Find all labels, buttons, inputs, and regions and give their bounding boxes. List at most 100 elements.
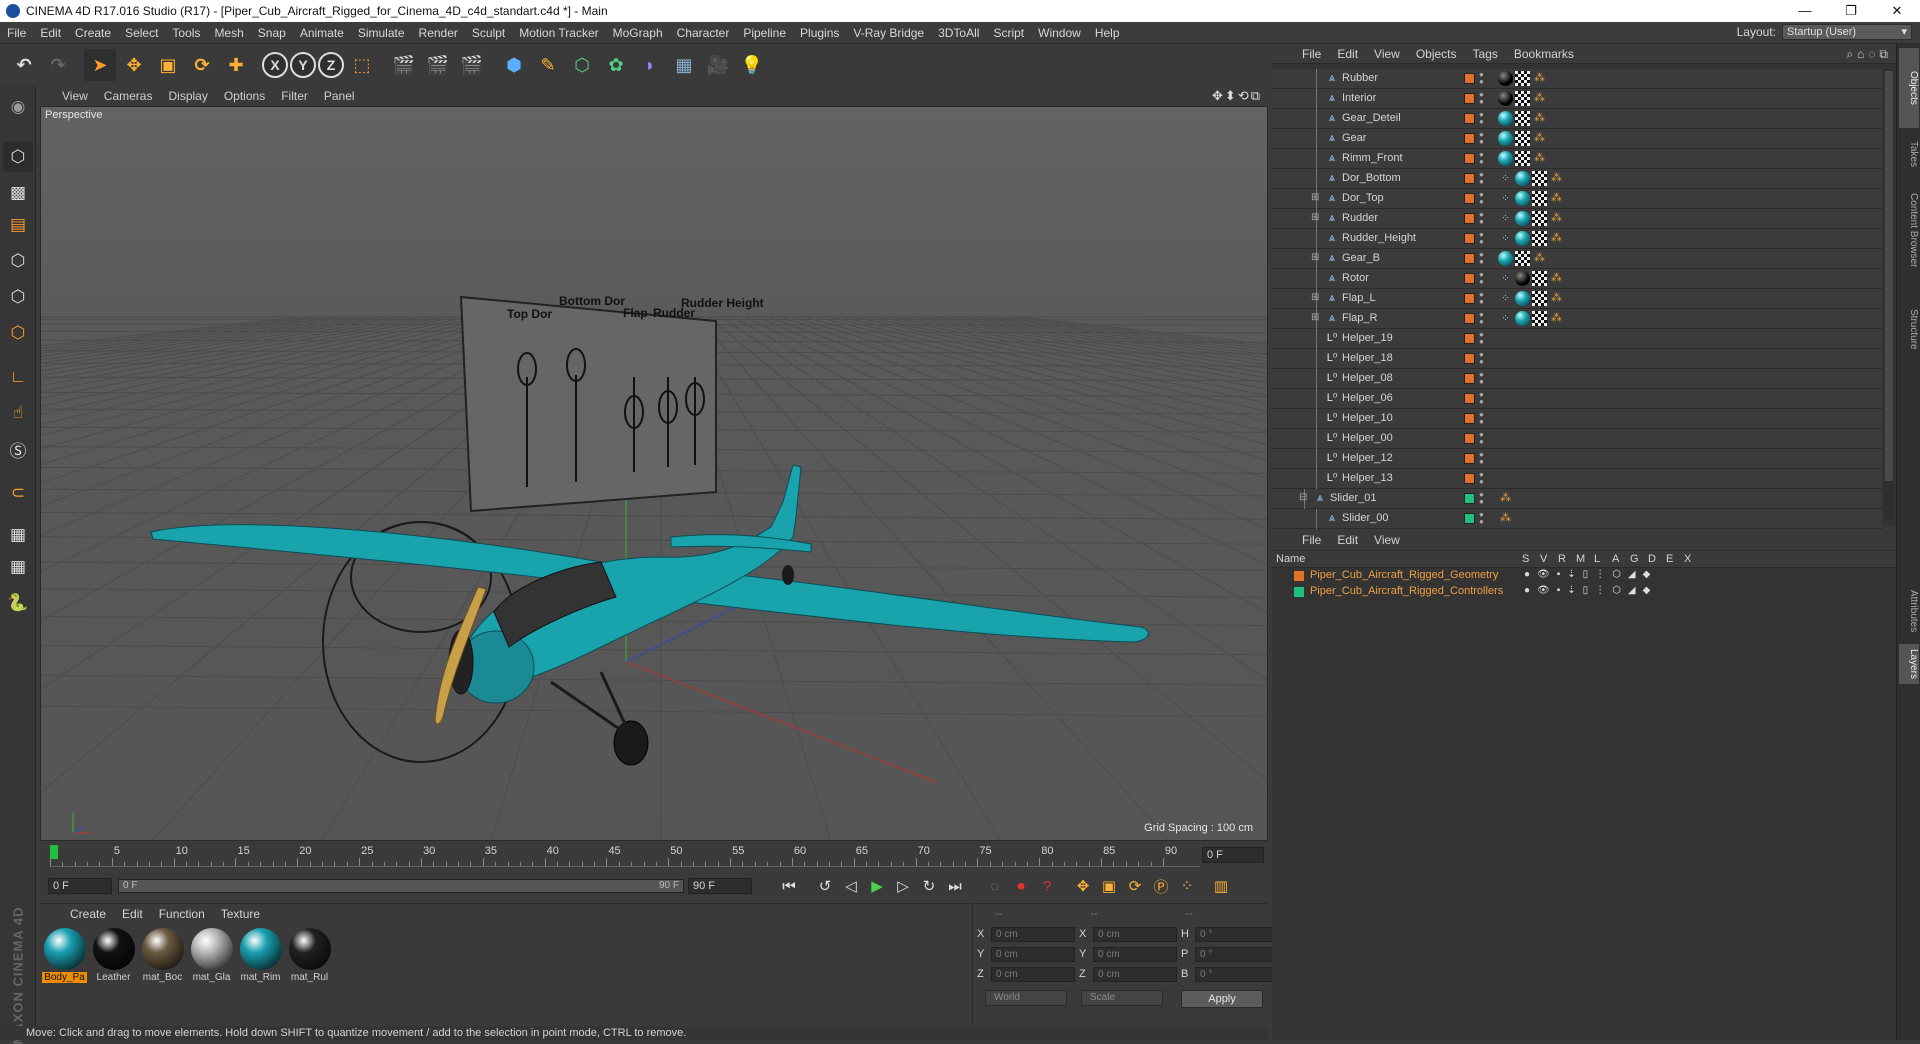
material-tag-icon[interactable] [1515, 311, 1530, 326]
menu-render[interactable]: Render [412, 26, 465, 40]
deformer-icon[interactable]: ◗ [634, 49, 666, 81]
layer-color-swatch[interactable] [1464, 413, 1475, 424]
side-tab-content-browser[interactable]: Content Browser [1899, 180, 1919, 280]
visibility-dots-icon[interactable]: ● ● [1479, 271, 1484, 286]
select-icon[interactable]: ➤ [84, 49, 116, 81]
object-row-gear-deteil[interactable]: ⩓ Gear_Deteil ● ● ⁂ [1272, 109, 1882, 129]
coord-scale-select[interactable]: Scale [1081, 990, 1163, 1006]
timeline-ticks[interactable]: 051015202530354045505560657075808590 [50, 845, 1200, 867]
coord-value-field[interactable]: 0 cm [991, 946, 1075, 962]
layer-row[interactable]: Piper_Cub_Aircraft_Rigged_Controllers ●👁▪… [1272, 584, 1896, 600]
object-row-helper-08[interactable]: L⁰ Helper_08 ● ● [1272, 369, 1882, 389]
layer-color-swatch[interactable] [1464, 333, 1475, 344]
move-icon[interactable]: ✥ [118, 49, 150, 81]
object-row-rotor[interactable]: ⩓ Rotor ● ● ⁘ ⁂ [1272, 269, 1882, 289]
expand-toggle-icon[interactable]: ⊞ [1311, 252, 1319, 263]
object-row-dor-bottom[interactable]: ⩓ Dor_Bottom ● ● ⁘ ⁂ [1272, 169, 1882, 189]
light-icon[interactable]: 💡 [736, 49, 768, 81]
preview-range-slider[interactable]: 0 F 90 F [118, 879, 684, 893]
start-frame-field[interactable]: 0 F [48, 878, 112, 894]
visibility-dots-icon[interactable]: ● ● [1479, 471, 1484, 486]
layer-color-swatch[interactable] [1464, 493, 1475, 504]
visibility-dots-icon[interactable]: ● ● [1479, 391, 1484, 406]
material-tag-icon[interactable] [1498, 151, 1513, 166]
object-manager-tools[interactable]: ⌕⌂◌⧉ [1846, 47, 1892, 62]
texture-tag-icon[interactable] [1532, 291, 1547, 306]
visibility-dots-icon[interactable]: ● ● [1479, 131, 1484, 146]
layer-name[interactable]: Piper_Cub_Aircraft_Rigged_Geometry [1310, 569, 1498, 581]
object-row-helper-13[interactable]: L⁰ Helper_13 ● ● [1272, 469, 1882, 489]
object-row-helper-12[interactable]: L⁰ Helper_12 ● ● [1272, 449, 1882, 469]
layout-dropdown[interactable]: Startup (User) [1782, 24, 1912, 40]
layer-color-swatch[interactable] [1464, 513, 1475, 524]
object-menu-view[interactable]: View [1366, 47, 1408, 61]
menu-character[interactable]: Character [670, 26, 737, 40]
layer-color-swatch[interactable] [1464, 93, 1475, 104]
visibility-dots-icon[interactable]: ● ● [1479, 111, 1484, 126]
key-scale-icon[interactable]: ▣ [1096, 873, 1122, 899]
viewport-menu-cameras[interactable]: Cameras [96, 89, 161, 103]
object-row-rimm-front[interactable]: ⩓ Rimm_Front ● ● ⁂ [1272, 149, 1882, 169]
side-tab-structure[interactable]: Structure [1899, 294, 1919, 364]
xpresso-tag-icon[interactable]: ⁂ [1549, 311, 1564, 326]
vibrate-tag-icon[interactable]: ⁘ [1498, 211, 1513, 226]
timeline-ruler[interactable]: 051015202530354045505560657075808590 0 F [40, 843, 1268, 869]
layer-color-swatch[interactable] [1464, 293, 1475, 304]
close-button[interactable]: ✕ [1874, 0, 1920, 22]
xpresso-tag-icon[interactable]: ⁂ [1549, 171, 1564, 186]
xpresso-tag-icon[interactable]: ⁂ [1549, 271, 1564, 286]
texture-tag-icon[interactable] [1532, 191, 1547, 206]
menu-snap[interactable]: Snap [251, 26, 293, 40]
playhead[interactable] [50, 845, 58, 859]
xpresso-tag-icon[interactable]: ⁂ [1498, 491, 1513, 506]
material-mat-boc[interactable]: mat_Boc [140, 928, 185, 983]
visibility-dots-icon[interactable]: ● ● [1479, 291, 1484, 306]
layer-color-swatch[interactable] [1464, 113, 1475, 124]
xpresso-tag-icon[interactable]: ⁂ [1549, 291, 1564, 306]
coord-system-icon[interactable]: ⬚ [346, 49, 378, 81]
material-tag-icon[interactable] [1498, 131, 1513, 146]
layer-color-swatch[interactable] [1464, 473, 1475, 484]
motion-record-icon[interactable]: ◌ [982, 873, 1008, 899]
vibrate-tag-icon[interactable]: ⁘ [1498, 171, 1513, 186]
previous-frame-icon[interactable]: ◁ [838, 873, 864, 899]
side-tab-takes[interactable]: Takes [1899, 134, 1919, 174]
magnet-icon[interactable]: ⊂ [3, 478, 33, 508]
layer-color-swatch[interactable] [1464, 393, 1475, 404]
menu-simulate[interactable]: Simulate [351, 26, 412, 40]
object-row-flap-r[interactable]: ⊞ ⩓ Flap_R ● ● ⁘ ⁂ [1272, 309, 1882, 329]
layer-menu-edit[interactable]: Edit [1329, 533, 1366, 547]
coord-value-field[interactable]: 0 ° [1195, 946, 1279, 962]
viewport-menu-display[interactable]: Display [160, 89, 215, 103]
redo-icon[interactable]: ↷ [42, 49, 74, 81]
vibrate-tag-icon[interactable]: ⁘ [1498, 191, 1513, 206]
undo-icon[interactable]: ↶ [8, 49, 40, 81]
xpresso-tag-icon[interactable]: ⁂ [1549, 231, 1564, 246]
material-leather[interactable]: Leather [91, 928, 136, 983]
layer-toggle-icons[interactable]: ●👁▪⇣▯⋮⬡◢◆ [1524, 569, 1657, 580]
minimize-button[interactable]: — [1782, 0, 1828, 22]
material-body-pa[interactable]: Body_Pa [42, 928, 87, 983]
vibrate-tag-icon[interactable]: ⁘ [1498, 231, 1513, 246]
object-row-slider-00[interactable]: ⩓ Slider_00 ● ● ⁂ [1272, 509, 1882, 529]
menu-select[interactable]: Select [118, 26, 165, 40]
visibility-dots-icon[interactable]: ● ● [1479, 91, 1484, 106]
layer-color-swatch[interactable] [1464, 233, 1475, 244]
coord-value-field[interactable]: 0 ° [1195, 966, 1279, 982]
object-row-slider-01[interactable]: ⊟ ⩓ Slider_01 ● ● ⁂ [1272, 489, 1882, 509]
coord-value-field[interactable]: 0 cm [1093, 946, 1177, 962]
expand-toggle-icon[interactable]: ⊞ [1311, 312, 1319, 323]
layer-color-swatch[interactable] [1464, 313, 1475, 324]
xpresso-tag-icon[interactable]: ⁂ [1532, 151, 1547, 166]
layer-color-swatch[interactable] [1464, 273, 1475, 284]
apply-button[interactable]: Apply [1181, 990, 1263, 1008]
expand-toggle-icon[interactable]: ⊞ [1311, 212, 1319, 223]
render-picture-viewer-icon[interactable]: 🎬 [422, 49, 454, 81]
visibility-dots-icon[interactable]: ● ● [1479, 351, 1484, 366]
object-manager-scrollbar[interactable] [1884, 69, 1894, 519]
texture-tag-icon[interactable] [1515, 251, 1530, 266]
menu-file[interactable]: File [0, 26, 33, 40]
menu-mograph[interactable]: MoGraph [606, 26, 670, 40]
texture-tag-icon[interactable] [1515, 91, 1530, 106]
visibility-dots-icon[interactable]: ● ● [1479, 331, 1484, 346]
